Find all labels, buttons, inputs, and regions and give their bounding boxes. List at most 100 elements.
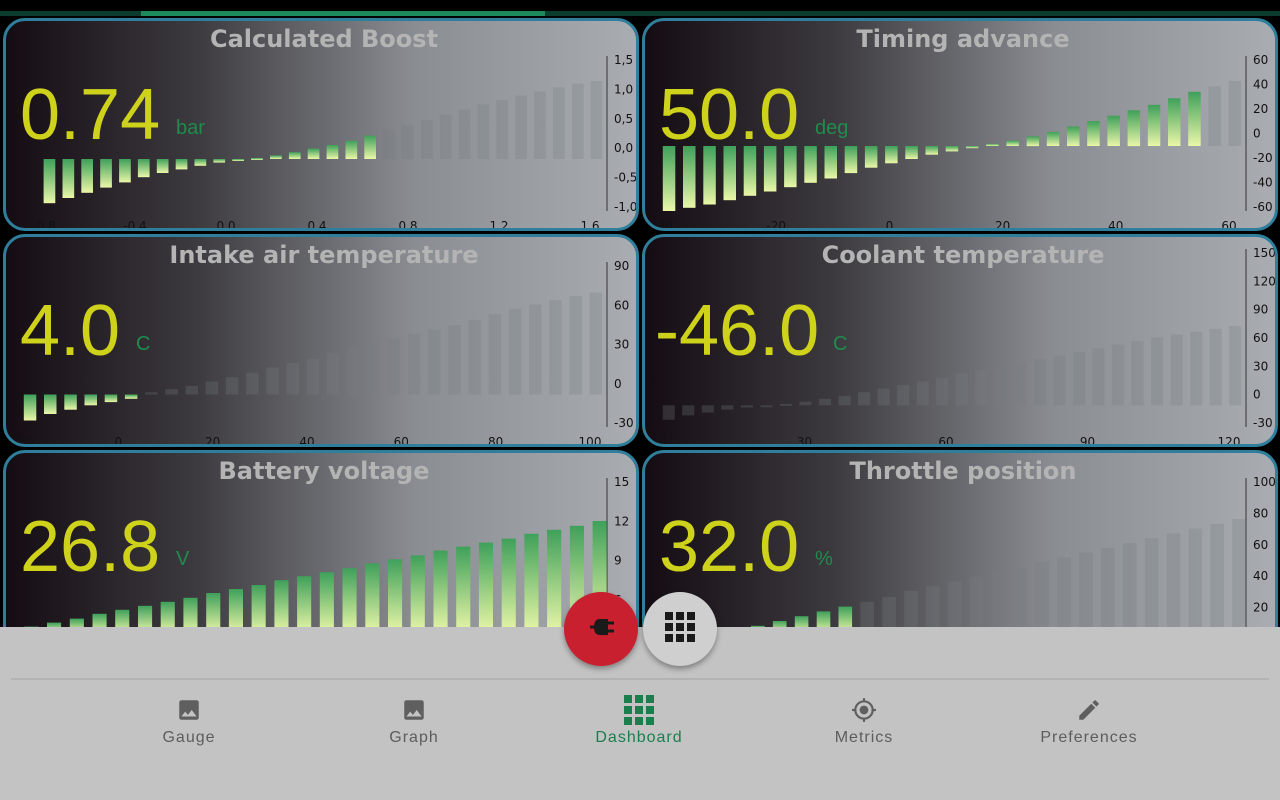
gauge-card-coolant-temperature[interactable]: 150 120 90 60 30 0 -30 0 30 60 90 120 Coolant tempe… — [642, 234, 1278, 447]
chart-bar — [1168, 98, 1181, 146]
x-tick-label: -20 — [766, 219, 786, 231]
chart-bar — [402, 125, 414, 159]
chart-bar — [877, 388, 890, 406]
y-tick-label: 0 — [1253, 127, 1261, 141]
nav-item-gauge[interactable]: Gauge — [114, 695, 264, 755]
y-tick-label: -30 — [1253, 416, 1273, 430]
chart-bar — [205, 381, 219, 395]
connect-button[interactable] — [564, 592, 638, 666]
x-tick-label: 60 — [394, 435, 409, 447]
chart-bar — [367, 342, 380, 395]
nav-item-dashboard[interactable]: Dashboard — [564, 695, 714, 755]
card-title: Throttle position — [849, 457, 1077, 485]
chart-bar — [387, 338, 401, 395]
chart-bar — [897, 385, 910, 406]
divider — [11, 678, 1269, 680]
y-tick-label: 1,5 — [614, 53, 633, 67]
chart-bar — [549, 300, 562, 395]
chart-bar — [740, 405, 753, 408]
chart-bar — [388, 559, 403, 633]
nav-item-graph[interactable]: Graph — [339, 695, 489, 755]
gauge-card-calculated-boost[interactable]: 1,5 1,0 0,5 0,0 -0,5 -1,0 -0,8 -0,4 0,0 0,4 0,8 1,2… — [3, 18, 639, 231]
chart-bar — [213, 159, 226, 163]
y-tick-label: 0 — [1253, 388, 1261, 402]
y-tick-label: 30 — [1253, 359, 1268, 373]
chart-bar — [589, 292, 603, 395]
chart-bar — [1013, 567, 1028, 633]
gauge-card-intake-air-temperature[interactable]: 90 60 30 0 -30 -20 0 20 40 60 80 100 Intake air tem… — [3, 234, 639, 447]
image-icon — [399, 695, 429, 725]
x-tick-label: 0 — [886, 219, 894, 231]
chart-bar — [1046, 131, 1060, 146]
chart-bar — [662, 146, 676, 211]
x-tick-label: -0,4 — [123, 219, 146, 231]
chart-bar — [965, 146, 979, 149]
nav-item-metrics[interactable]: Metrics — [789, 695, 939, 755]
y-tick-label: 20 — [1253, 601, 1268, 615]
card-value: -46.0 — [655, 291, 820, 371]
chart-bar — [844, 146, 858, 174]
dashboard-grid-button[interactable] — [643, 592, 717, 666]
chart-bar — [347, 347, 360, 395]
chart-bar — [433, 550, 448, 633]
y-tick-label: 0,0 — [614, 141, 633, 155]
chart-bar — [1014, 362, 1027, 406]
chart-bar — [43, 159, 56, 204]
chart-bar — [270, 155, 282, 159]
chart-bar — [662, 405, 675, 420]
card-unit: % — [815, 548, 833, 570]
chart-bar — [947, 581, 962, 633]
chart-bar — [1101, 547, 1115, 633]
x-tick-label: 120 — [1218, 435, 1241, 447]
chart-bar — [23, 394, 37, 421]
chart-bar — [496, 100, 509, 159]
chart-bar — [456, 546, 471, 633]
card-value: 0.74 — [20, 75, 161, 155]
chart-bar — [297, 576, 312, 633]
chart-bar — [137, 159, 150, 178]
chart-bar — [306, 358, 320, 395]
chart-bar — [448, 325, 461, 395]
chart-bar — [1006, 140, 1019, 146]
chart-bar — [553, 87, 565, 159]
nav-item-preferences[interactable]: Preferences — [1014, 695, 1164, 755]
chart-bar — [1127, 110, 1141, 147]
chart-bar — [1147, 104, 1161, 146]
y-tick-label: 90 — [1253, 303, 1268, 317]
y-tick-label: 12 — [614, 514, 629, 528]
chart-bar — [156, 159, 169, 173]
chart-bar — [590, 81, 603, 159]
chart-bar — [515, 95, 527, 159]
chart-bar — [969, 576, 984, 633]
x-tick-label: 40 — [1108, 219, 1123, 231]
chart-bar — [104, 394, 118, 403]
card-unit: V — [176, 548, 190, 570]
chart-bar — [251, 585, 266, 633]
chart-bar — [468, 319, 481, 395]
chart-bar — [683, 146, 696, 208]
nav-label: Graph — [389, 729, 439, 746]
y-tick-label: 9 — [614, 554, 622, 568]
chart-bar — [508, 308, 522, 395]
card-unit: C — [136, 333, 151, 355]
chart-bar — [232, 159, 244, 161]
chart-bar — [994, 366, 1007, 406]
chart-bar — [145, 392, 158, 395]
chart-bar — [286, 363, 299, 395]
gauge-card-timing-advance[interactable]: 60 40 20 0 -20 -40 -60 -40 -20 0 20 40 60 Timing adv… — [642, 18, 1278, 231]
chart-bar — [175, 159, 188, 170]
chart-bar — [410, 555, 425, 633]
chart-bar — [1087, 121, 1100, 146]
chart-bar — [62, 159, 75, 198]
chart-bar — [524, 533, 539, 633]
x-tick-label: 20 — [995, 219, 1010, 231]
chart-bar — [307, 148, 320, 159]
chart-bar — [1079, 552, 1093, 633]
connector-icon — [586, 616, 616, 643]
chart-bar — [288, 152, 301, 159]
top-progress-bar — [0, 0, 1280, 16]
y-tick-label: -0,5 — [614, 171, 637, 185]
chart-bar — [936, 377, 949, 406]
pencil-icon — [1074, 695, 1104, 725]
chart-bar — [819, 398, 832, 406]
